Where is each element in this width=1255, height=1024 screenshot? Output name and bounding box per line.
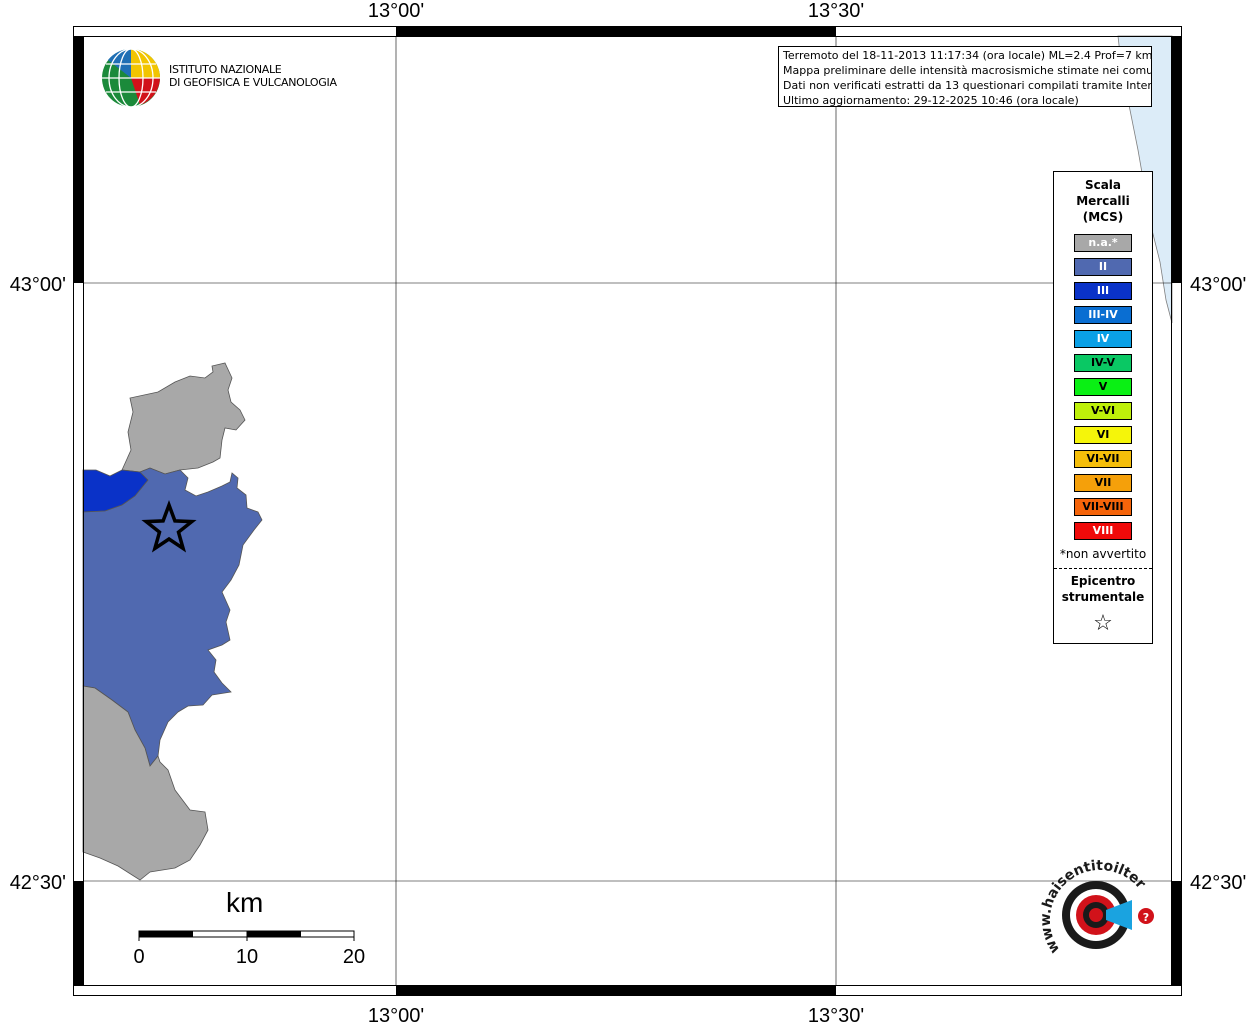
top-lon-label-1: 13°00' [368, 0, 424, 22]
legend-epicenter-line2: strumentale [1061, 590, 1145, 604]
top-lon-label-2: 13°30' [808, 0, 864, 22]
legend-item: IV [1074, 330, 1132, 348]
bottom-lon-label-2: 13°30' [808, 1005, 864, 1024]
event-info-box: Terremoto del 18-11-2013 11:17:34 (ora l… [778, 46, 1152, 107]
legend-title: Scala Mercalli (MCS) [1054, 177, 1152, 225]
legend-title-line1: Scala [1084, 178, 1122, 192]
legend-item: VI-VII [1074, 450, 1132, 468]
legend-epicenter-label: Epicentro strumentale [1054, 573, 1152, 605]
ingv-globe-logo [102, 48, 160, 108]
legend-title-line3: (MCS) [1082, 210, 1124, 224]
legend-item: VII-VIII [1074, 498, 1132, 516]
mcs-legend: Scala Mercalli (MCS) n.a.* II III III-IV IV I… [1053, 171, 1153, 644]
ingv-logo-line1: ISTITUTO NAZIONALE [169, 63, 282, 76]
legend-item: VI [1074, 426, 1132, 444]
legend-divider [1054, 568, 1152, 569]
scale-tick-10: 10 [236, 946, 258, 968]
legend-item: III [1074, 282, 1132, 300]
legend-item: VIII [1074, 522, 1132, 540]
legend-note: *non avvertito [1059, 547, 1147, 561]
legend-item: II [1074, 258, 1132, 276]
bottom-lon-label-1: 13°00' [368, 1005, 424, 1024]
legend-item: V-VI [1074, 402, 1132, 420]
legend-items: n.a.* II III III-IV IV IV-V V V-VI VI VI-VII VII VI… [1054, 234, 1152, 540]
left-lat-label-2: 42°30' [10, 872, 66, 894]
ingv-logo-line2: DI GEOFISICA E VULCANOLOGIA [169, 76, 337, 89]
legend-item: V [1074, 378, 1132, 396]
right-lat-label-1: 43°00' [1190, 274, 1246, 296]
scale-tick-0: 0 [133, 946, 144, 968]
legend-title-line2: Mercalli [1076, 194, 1130, 208]
legend-star-icon: ☆ [1093, 611, 1113, 636]
legend-item: IV-V [1074, 354, 1132, 372]
ingv-logo-text: ISTITUTO NAZIONALE DI GEOFISICA E VULCAN… [169, 63, 337, 89]
event-info-line2: Mappa preliminare delle intensità macros… [783, 64, 1152, 77]
legend-item: VII [1074, 474, 1132, 492]
event-info-line3: Dati non verificati estratti da 13 quest… [783, 79, 1152, 92]
event-info-line4: Ultimo aggiornamento: 29-12-2025 10:46 (… [783, 94, 1079, 107]
legend-epicenter-line1: Epicentro [1070, 574, 1136, 588]
right-lat-label-2: 42°30' [1190, 872, 1246, 894]
left-lat-label-1: 43°00' [10, 274, 66, 296]
svg-text:?: ? [1143, 911, 1149, 924]
legend-item: n.a.* [1074, 234, 1132, 252]
scale-unit-label: km [226, 887, 264, 918]
event-info-line1: Terremoto del 18-11-2013 11:17:34 (ora l… [783, 49, 1152, 62]
scale-tick-20: 20 [343, 946, 365, 968]
legend-item: III-IV [1074, 306, 1132, 324]
